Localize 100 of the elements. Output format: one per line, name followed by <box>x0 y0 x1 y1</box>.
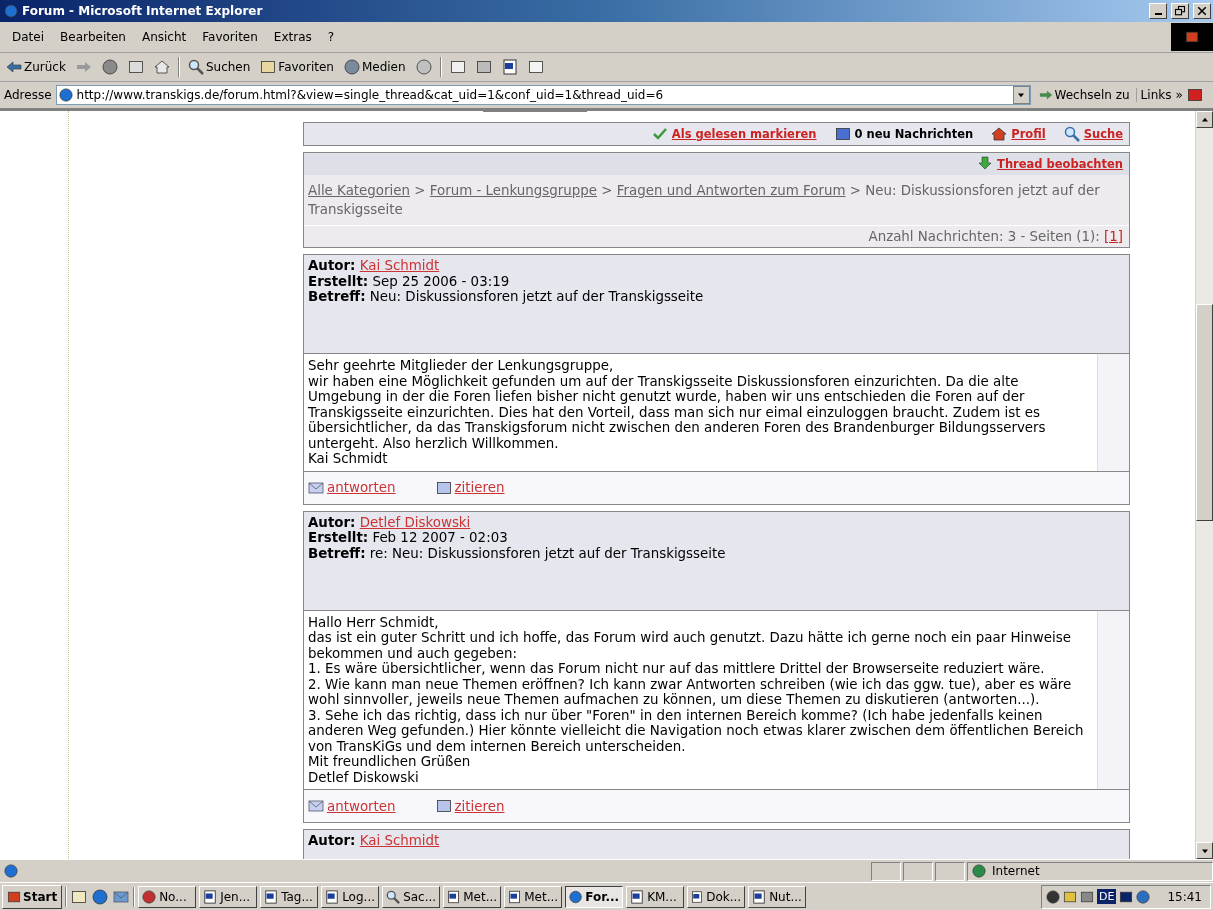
close-icon <box>1196 5 1208 17</box>
home-icon <box>153 59 170 75</box>
go-button[interactable]: Wechseln zu <box>1034 88 1137 102</box>
status-panel <box>903 861 933 881</box>
word-document-icon <box>630 889 645 904</box>
menu-item[interactable]: ? <box>319 28 343 46</box>
dropdown-button[interactable] <box>1012 86 1030 104</box>
forward-arrow-icon <box>75 59 92 75</box>
message-count-text: Anzahl Nachrichten: 3 - Seiten (1): <box>868 229 1100 244</box>
envelope-icon <box>308 479 324 496</box>
post-subject: Betreff: re: Neu: Diskussionsforen jetzt auf der Transkigsseite <box>308 545 727 561</box>
page-link[interactable]: [1] <box>1104 229 1123 244</box>
address-label: Adresse <box>4 88 52 102</box>
post-text: das ist ein guter Schritt und ich hoffe, das Forum wird auch genutzt. Dazu hätte ich gerne noch ein paar Hinweise bekommen und auch gegeben: <box>308 630 1072 661</box>
taskbar-task[interactable]: Jen... <box>199 885 258 908</box>
close-button[interactable] <box>1193 3 1211 19</box>
search-icon <box>1063 126 1080 142</box>
post-text: Hallo Herr Schmidt, <box>308 614 440 630</box>
post-text: Kai Schmidt <box>308 451 389 467</box>
word-document-icon <box>325 889 340 904</box>
author-label: Autor: <box>308 258 356 273</box>
language-indicator[interactable]: DE <box>1097 889 1117 904</box>
action-link[interactable]: Als gelesen markieren <box>671 127 817 141</box>
search-icon <box>187 59 204 75</box>
author-link[interactable]: Detlef Diskowski <box>359 514 471 530</box>
start-button[interactable]: Start <box>2 884 63 909</box>
word-document-icon <box>691 889 704 904</box>
action-link[interactable]: Profil <box>1011 127 1046 141</box>
author-link[interactable]: Kai Schmidt <box>359 833 440 848</box>
message-count: 0 neu Nachrichten <box>854 127 974 141</box>
watch-link[interactable]: Thread beobachten <box>997 157 1123 171</box>
scroll-down-button[interactable] <box>1196 842 1213 859</box>
clock: 15:41 <box>1167 889 1202 904</box>
author-label: Autor: <box>308 514 356 530</box>
taskbar-task[interactable]: No... <box>138 885 197 908</box>
breadcrumb: Alle Kategorien > Forum - Lenkungsgruppe > Fragen und Antworten zum Forum > Neu: Diskussionsforen jetzt auf der Transkigsseite <box>304 175 1129 226</box>
taskbar-task[interactable]: Nut... <box>748 885 807 908</box>
post-text: 3. Sehe ich das richtig, dass ich nur über "Foren" in den internen Bereich komme? (Ich habe jedenfalls keinen anderen Weg gefunden.) Hier könnte vielleicht die Navigation noch etwas klarer zwischen dem öffentlichen Bereich von TransKiGs und dem internen Bereich unterscheiden. <box>308 707 1085 754</box>
taskbar-task[interactable]: Dok... <box>687 885 746 908</box>
status-panel <box>935 861 965 881</box>
reply-link[interactable]: antworten <box>308 798 396 814</box>
post-text: Mit freundlichen Grüßen <box>308 754 472 770</box>
toolbar-button[interactable]: Favoriten <box>258 58 336 76</box>
security-zone: Internet <box>967 861 1213 881</box>
taskbar-task[interactable]: Met... <box>504 885 563 908</box>
menu-item[interactable]: Bearbeiten <box>52 28 134 46</box>
minimize-button[interactable] <box>1149 3 1167 19</box>
taskbar-task[interactable]: For... <box>565 885 624 908</box>
status-panel <box>871 861 901 881</box>
action-link[interactable]: Suche <box>1083 127 1123 141</box>
home-icon <box>991 126 1008 142</box>
taskbar-task[interactable]: Met... <box>443 885 502 908</box>
word-document-icon <box>508 889 522 904</box>
created-date: Erstellt: Feb 12 2007 - 02:03 <box>308 530 509 546</box>
post-text: Sehr geehrte Mitglieder der Lenkungsgruppe, <box>308 358 615 374</box>
taskbar-task[interactable]: KM... <box>626 885 685 908</box>
menu-item[interactable]: Datei <box>4 28 52 46</box>
post-text: Detlef Diskowski <box>308 769 420 785</box>
more-button[interactable]: » <box>1175 88 1183 102</box>
scroll-up-button[interactable] <box>1196 111 1213 128</box>
word-document-icon <box>203 889 218 904</box>
breadcrumb-link[interactable]: Alle Kategorien <box>308 183 410 198</box>
toolbar-button[interactable]: Medien <box>341 58 408 76</box>
menu-item[interactable]: Extras <box>265 28 320 46</box>
scrollbar[interactable] <box>1195 111 1213 859</box>
toolbar-button[interactable]: Zurück <box>4 58 68 76</box>
taskbar-task[interactable]: Log... <box>321 885 380 908</box>
address-field[interactable]: http://www.transkigs.de/forum.html?&view=single_thread&cat_uid=1&conf_uid=1&thread_uid=6 <box>55 85 1031 105</box>
restore-button[interactable] <box>1171 3 1189 19</box>
menu-item[interactable]: Favoriten <box>194 28 266 46</box>
word-document-icon <box>501 59 518 75</box>
search-icon <box>386 889 401 904</box>
post-text: 1. Es wäre übersichtlicher, wenn das Forum nicht nur auf das mittlere Drittel der Browserseite reduziert wäre. <box>308 661 1046 677</box>
breadcrumb-link[interactable]: Fragen und Antworten zum Forum <box>616 183 846 198</box>
scroll-thumb[interactable] <box>1196 304 1213 521</box>
word-document-icon <box>752 889 767 904</box>
toolbar-button[interactable]: Suchen <box>185 58 253 76</box>
window-title: Forum - Microsoft Internet Explorer <box>22 4 264 18</box>
back-arrow-icon <box>6 59 22 75</box>
quote-link[interactable]: zitieren <box>435 479 505 496</box>
taskbar-task[interactable]: Tag... <box>260 885 319 908</box>
arrow-icon <box>1038 88 1053 102</box>
post-subject: Betreff: Neu: Diskussionsforen jetzt auf der Transkigsseite <box>308 289 705 305</box>
post-text: wir haben eine Möglichkeit gefunden um auf der Transkigsseite Diskussionsforen einzurichten. Da die alte Umgebung in der die Foren liefen bisher nicht genutzt wurde, haben wir uns entschieden die Foren auf der Transkigsseite einzurichten. Dies hat den Vorteil, dass man sich nur eimal einzuloggen braucht. Zudem ist es übersichtlicher, da das Transkigsforum nicht zwischen den anderen Foren des Brandenburger Bildungsservers untergeht. Also herzlich Willkommen. <box>308 373 1047 451</box>
reply-link[interactable]: antworten <box>308 479 396 496</box>
download-arrow-icon <box>977 156 994 172</box>
checkmark-icon <box>651 126 668 142</box>
created-date: Erstellt: Sep 25 2006 - 03:19 <box>308 273 511 289</box>
breadcrumb-link[interactable]: Forum - Lenkungsgruppe <box>429 183 598 198</box>
taskbar-task[interactable]: Sac... <box>382 885 441 908</box>
restore-icon <box>1174 5 1186 17</box>
menu-item[interactable]: Ansicht <box>133 28 195 46</box>
minimize-icon <box>1154 13 1162 15</box>
quote-link[interactable]: zitieren <box>435 798 505 814</box>
envelope-icon <box>308 798 324 814</box>
links-label[interactable]: Links <box>1140 88 1172 102</box>
word-document-icon <box>447 889 461 904</box>
author-label: Autor: <box>308 833 356 848</box>
word-document-icon <box>264 889 279 904</box>
author-link[interactable]: Kai Schmidt <box>359 258 440 273</box>
